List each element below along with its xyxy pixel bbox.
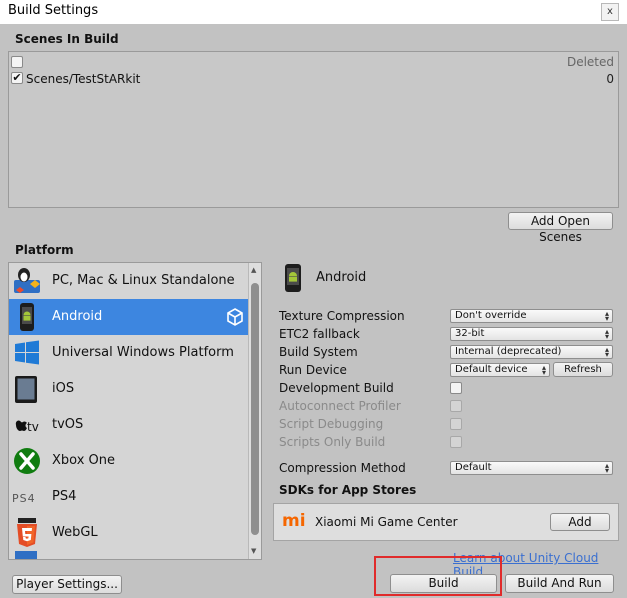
platform-item-webgl[interactable]: WebGL [9, 515, 249, 551]
deleted-label: Deleted [566, 55, 614, 69]
svg-text:PS4: PS4 [12, 492, 36, 505]
platform-list[interactable]: PC, Mac & Linux Standalone Android Unive… [8, 262, 262, 560]
platform-name: tvOS [52, 417, 84, 432]
select-all-checkbox[interactable] [11, 56, 23, 68]
scripts-only-build-checkbox [450, 436, 462, 448]
sdk-add-button[interactable]: Add [550, 513, 610, 531]
platform-item-ps4[interactable]: PS4 PS4 [9, 479, 249, 515]
partial-platform-icon [15, 551, 37, 559]
dropdown-value: Internal (deprecated) [455, 346, 562, 357]
platform-name: Universal Windows Platform [52, 345, 234, 360]
android-settings-icon [285, 264, 301, 292]
build-and-run-button[interactable]: Build And Run [505, 574, 614, 593]
compression-method-label: Compression Method [279, 461, 406, 475]
autoconnect-profiler-label: Autoconnect Profiler [279, 399, 401, 413]
platform-item-standalone[interactable]: PC, Mac & Linux Standalone [9, 263, 249, 299]
scene-row[interactable]: ✔ Scenes/TestStARkit 0 [9, 70, 618, 88]
title-bar: Build Settings x [0, 0, 627, 24]
pc-mac-linux-icon [14, 268, 40, 293]
autoconnect-profiler-checkbox [450, 400, 462, 412]
platform-item-partial[interactable] [9, 551, 249, 559]
development-build-label: Development Build [279, 381, 394, 395]
ipad-icon [15, 376, 37, 403]
scene-checkbox[interactable]: ✔ [11, 72, 23, 84]
platform-item-tvos[interactable]: tv tvOS [9, 407, 249, 443]
build-system-label: Build System [279, 345, 358, 359]
platform-heading: Platform [15, 243, 74, 257]
platform-item-uwp[interactable]: Universal Windows Platform [9, 335, 249, 371]
script-debugging-label: Script Debugging [279, 417, 384, 431]
scenes-list[interactable]: Deleted ✔ Scenes/TestStARkit 0 [8, 51, 619, 208]
scene-index: 0 [606, 72, 614, 86]
add-open-scenes-button[interactable]: Add Open Scenes [508, 212, 613, 244]
platform-scrollbar[interactable]: ▲ ▼ [248, 263, 261, 559]
platform-name: Android [52, 309, 103, 324]
run-device-label: Run Device [279, 363, 347, 377]
player-settings-button[interactable]: Player Settings... [12, 575, 122, 594]
run-device-dropdown[interactable]: Default device ▴ ▾ [450, 363, 550, 377]
development-build-checkbox[interactable] [450, 382, 462, 394]
dropdown-arrow-icon: ▴ ▾ [604, 461, 609, 475]
apple-tv-icon: tv [15, 420, 39, 434]
scroll-down-icon[interactable]: ▼ [251, 547, 256, 555]
highlight-box [374, 556, 502, 596]
compression-method-dropdown[interactable]: Default ▴ ▾ [450, 461, 613, 475]
sdk-item: mi Xiaomi Mi Game Center Add [273, 503, 619, 541]
window-title: Build Settings [8, 3, 99, 18]
dropdown-arrow-icon: ▴ ▾ [541, 363, 546, 377]
platform-item-xbox-one[interactable]: Xbox One [9, 443, 249, 479]
dropdown-value: 32-bit [455, 328, 485, 339]
platform-name: PC, Mac & Linux Standalone [52, 273, 235, 288]
etc2-fallback-dropdown[interactable]: 32-bit ▴ ▾ [450, 327, 613, 341]
platform-name: WebGL [52, 525, 98, 540]
unity-active-icon [227, 308, 243, 326]
xbox-icon [14, 448, 40, 474]
svg-text:tv: tv [27, 420, 39, 434]
platform-name: PS4 [52, 489, 77, 504]
texture-compression-dropdown[interactable]: Don't override ▴ ▾ [450, 309, 613, 323]
sdks-heading: SDKs for App Stores [279, 483, 417, 497]
windows-icon [15, 340, 39, 365]
html5-icon [17, 518, 37, 547]
scroll-thumb[interactable] [251, 283, 259, 535]
dropdown-value: Default [455, 462, 492, 473]
platform-item-android[interactable]: Android [9, 299, 249, 335]
platform-name: Xbox One [52, 453, 116, 468]
scenes-in-build-heading: Scenes In Build [15, 32, 119, 46]
sdk-name: Xiaomi Mi Game Center [315, 515, 458, 529]
ps4-icon: PS4 [12, 492, 36, 505]
close-button[interactable]: x [601, 3, 619, 21]
dropdown-arrow-icon: ▴ ▾ [604, 309, 609, 323]
platform-item-ios[interactable]: iOS [9, 371, 249, 407]
dropdown-value: Don't override [455, 310, 527, 321]
platform-name: iOS [52, 381, 75, 396]
build-system-dropdown[interactable]: Internal (deprecated) ▴ ▾ [450, 345, 613, 359]
xiaomi-logo-icon: mi [282, 511, 306, 531]
dropdown-value: Default device [455, 364, 528, 375]
etc2-fallback-label: ETC2 fallback [279, 327, 360, 341]
texture-compression-label: Texture Compression [279, 309, 405, 323]
script-debugging-checkbox [450, 418, 462, 430]
refresh-button[interactable]: Refresh [553, 362, 613, 377]
scroll-up-icon[interactable]: ▲ [251, 266, 256, 274]
dropdown-arrow-icon: ▴ ▾ [604, 345, 609, 359]
scripts-only-build-label: Scripts Only Build [279, 435, 386, 449]
platform-settings-title: Android [316, 270, 367, 285]
scene-name: Scenes/TestStARkit [26, 72, 141, 86]
dropdown-arrow-icon: ▴ ▾ [604, 327, 609, 341]
android-icon [20, 303, 34, 331]
